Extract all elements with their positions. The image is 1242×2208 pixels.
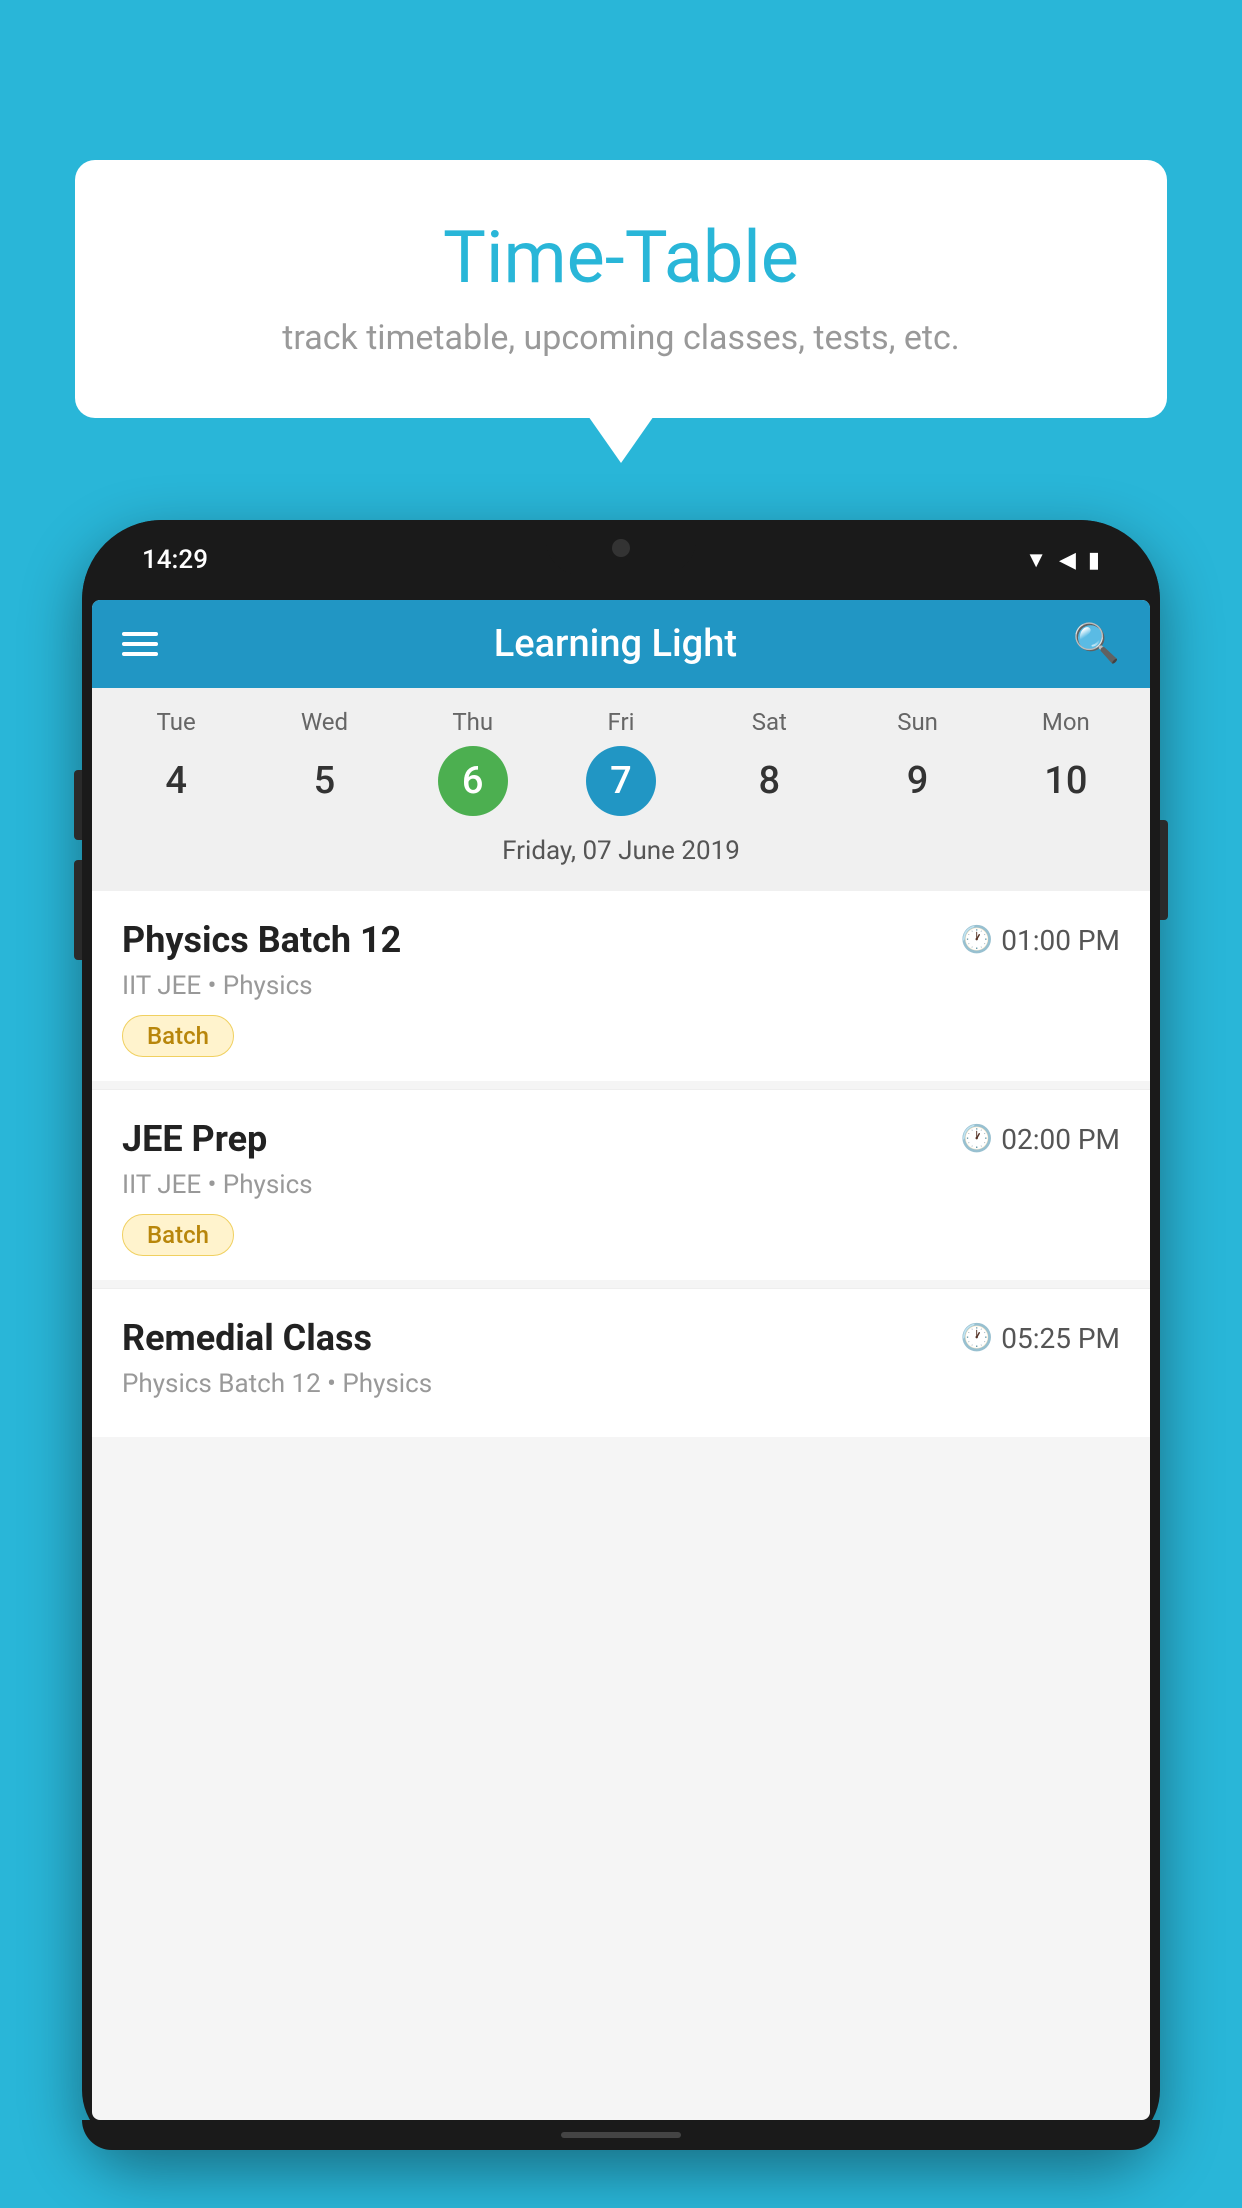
phone-bottom (82, 2120, 1160, 2150)
class-subject: Physics Batch 12 • Physics (122, 1369, 1120, 1399)
class-item[interactable]: JEE Prep 🕐 02:00 PM IIT JEE • Physics Ba… (92, 1090, 1150, 1280)
phone-frame: 14:29 ▼ ◀ ▮ Learning Light 🔍 (82, 520, 1160, 2150)
class-item-header: Remedial Class 🕐 05:25 PM (122, 1317, 1120, 1359)
class-item[interactable]: Physics Batch 12 🕐 01:00 PM IIT JEE • Ph… (92, 891, 1150, 1081)
clock-icon: 🕐 (961, 1323, 993, 1353)
class-time: 🕐 01:00 PM (961, 924, 1120, 957)
day-number[interactable]: 4 (141, 746, 211, 816)
classes-list: Physics Batch 12 🕐 01:00 PM IIT JEE • Ph… (92, 891, 1150, 1437)
day-number[interactable]: 7 (586, 746, 656, 816)
day-number[interactable]: 5 (289, 746, 359, 816)
selected-date-label: Friday, 07 June 2019 (102, 826, 1140, 881)
calendar-strip: TueWedThuFriSatSunMon 4 5 6 7 8 9 10 Friday, 0… (92, 688, 1150, 891)
class-subject: IIT JEE • Physics (122, 1170, 1120, 1200)
phone-notch (546, 520, 696, 575)
bubble-title: Time-Table (115, 215, 1127, 300)
day-header: Sat (695, 708, 843, 736)
speech-bubble-container: Time-Table track timetable, upcoming cla… (75, 160, 1167, 418)
class-name: Physics Batch 12 (122, 919, 401, 961)
class-item-header: JEE Prep 🕐 02:00 PM (122, 1118, 1120, 1160)
day-header: Mon (992, 708, 1140, 736)
day-number[interactable]: 8 (734, 746, 804, 816)
day-header: Fri (547, 708, 695, 736)
class-name: JEE Prep (122, 1118, 267, 1160)
app-header: Learning Light 🔍 (92, 600, 1150, 688)
phone-volume-up-button (74, 770, 82, 840)
class-time: 🕐 05:25 PM (961, 1322, 1120, 1355)
day-number[interactable]: 10 (1031, 746, 1101, 816)
batch-tag: Batch (122, 1214, 234, 1256)
phone-status-bar: 14:29 ▼ ◀ ▮ (82, 520, 1160, 600)
clock-icon: 🕐 (961, 925, 993, 955)
signal-icon: ◀ (1059, 548, 1076, 573)
wifi-icon: ▼ (1025, 547, 1047, 573)
class-time: 🕐 02:00 PM (961, 1123, 1120, 1156)
speech-bubble: Time-Table track timetable, upcoming cla… (75, 160, 1167, 418)
class-item[interactable]: Remedial Class 🕐 05:25 PM Physics Batch … (92, 1289, 1150, 1437)
battery-icon: ▮ (1088, 548, 1100, 573)
day-headers: TueWedThuFriSatSunMon (102, 708, 1140, 736)
search-icon[interactable]: 🔍 (1073, 622, 1120, 666)
phone-side-right-button (1160, 820, 1168, 920)
day-header: Sun (843, 708, 991, 736)
app-title: Learning Light (158, 622, 1073, 666)
camera-dot (612, 539, 630, 557)
bubble-subtitle: track timetable, upcoming classes, tests… (115, 318, 1127, 358)
day-header: Tue (102, 708, 250, 736)
status-icons: ▼ ◀ ▮ (1025, 547, 1100, 573)
day-header: Wed (250, 708, 398, 736)
phone-container: 14:29 ▼ ◀ ▮ Learning Light 🔍 (82, 520, 1160, 2208)
phone-volume-down-button (74, 860, 82, 960)
batch-tag: Batch (122, 1015, 234, 1057)
day-header: Thu (399, 708, 547, 736)
class-subject: IIT JEE • Physics (122, 971, 1120, 1001)
hamburger-menu-button[interactable] (122, 632, 158, 656)
day-numbers: 4 5 6 7 8 9 10 (102, 746, 1140, 816)
clock-icon: 🕐 (961, 1124, 993, 1154)
day-number[interactable]: 6 (438, 746, 508, 816)
status-time: 14:29 (142, 545, 208, 575)
phone-screen: Learning Light 🔍 TueWedThuFriSatSunMon 4… (92, 600, 1150, 2120)
class-item-header: Physics Batch 12 🕐 01:00 PM (122, 919, 1120, 961)
home-indicator (561, 2132, 681, 2138)
day-number[interactable]: 9 (883, 746, 953, 816)
class-name: Remedial Class (122, 1317, 372, 1359)
